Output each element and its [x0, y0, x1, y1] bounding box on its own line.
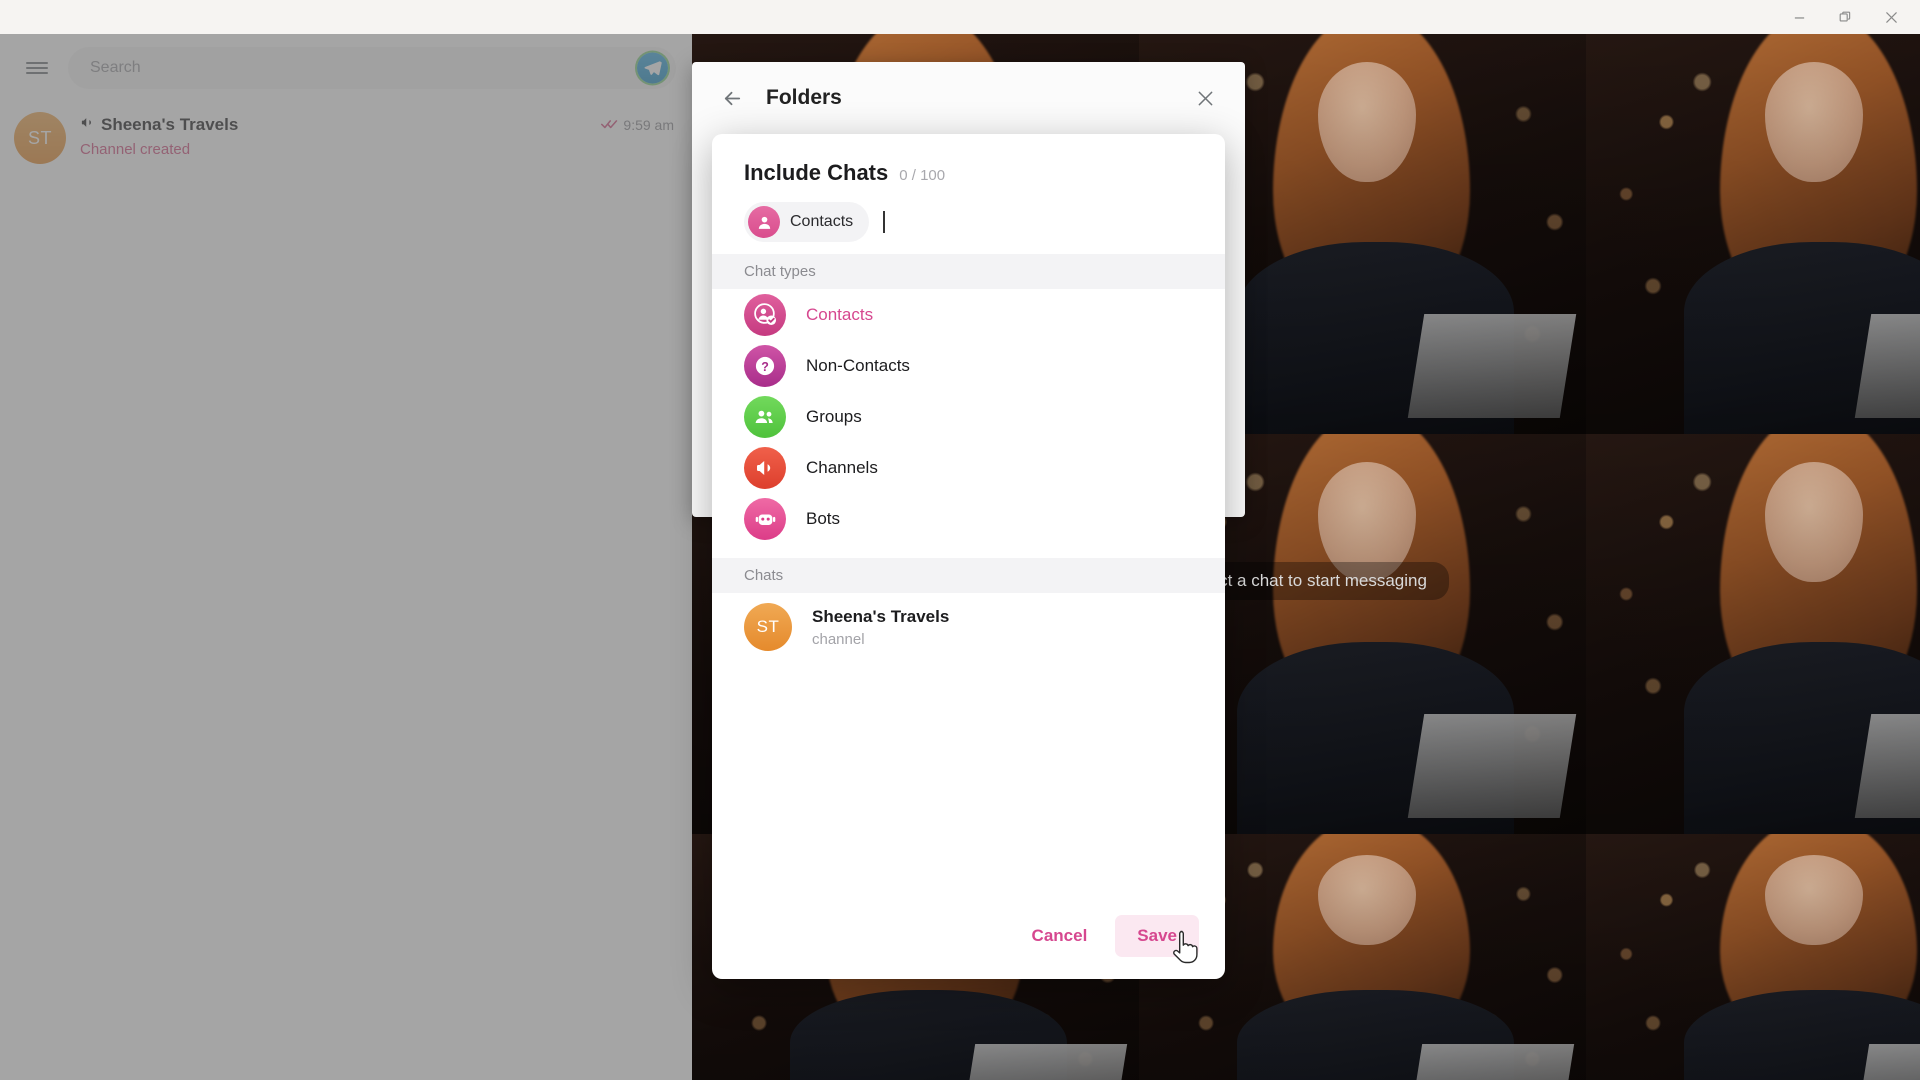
dialog-chat-item-body: Sheena's Travels channel — [812, 607, 949, 648]
option-non-contacts[interactable]: ? Non-Contacts — [712, 340, 1225, 391]
option-label: Channels — [806, 458, 878, 478]
option-label: Groups — [806, 407, 862, 427]
dialog-footer: Cancel Save — [712, 899, 1225, 979]
chip-label: Contacts — [790, 213, 853, 231]
cancel-button[interactable]: Cancel — [1010, 915, 1110, 957]
svg-text:?: ? — [761, 359, 769, 373]
include-chats-dialog: Include Chats 0 / 100 Contacts Chat type… — [712, 134, 1225, 979]
section-header-chats: Chats — [712, 558, 1225, 593]
contacts-check-icon — [744, 294, 786, 336]
robot-icon — [744, 498, 786, 540]
people-group-icon — [744, 396, 786, 438]
minimize-icon[interactable] — [1776, 0, 1822, 34]
close-icon[interactable] — [1868, 0, 1914, 34]
mouse-cursor — [1172, 928, 1202, 971]
dialog-title: Include Chats — [744, 160, 888, 186]
section-header-chat-types: Chat types — [712, 254, 1225, 289]
restore-icon[interactable] — [1822, 0, 1868, 34]
selected-chips-input[interactable]: Contacts — [712, 186, 1225, 254]
option-label: Contacts — [806, 305, 873, 325]
telegram-window: Select a chat to start messaging Search … — [0, 0, 1920, 1080]
page-title: Folders — [766, 86, 842, 110]
dialog-chat-item[interactable]: ST Sheena's Travels channel — [712, 593, 1225, 661]
close-icon[interactable] — [1183, 76, 1227, 120]
option-contacts[interactable]: Contacts — [712, 289, 1225, 340]
option-bots[interactable]: Bots — [712, 493, 1225, 544]
folders-panel-header: Folders — [692, 62, 1245, 134]
option-channels[interactable]: Channels — [712, 442, 1225, 493]
chip-contacts[interactable]: Contacts — [744, 202, 869, 242]
text-cursor — [883, 211, 885, 233]
back-arrow-icon[interactable] — [710, 76, 754, 120]
question-mark-icon: ? — [744, 345, 786, 387]
window-titlebar — [0, 0, 1920, 34]
option-groups[interactable]: Groups — [712, 391, 1225, 442]
option-label: Bots — [806, 509, 840, 529]
chat-subtitle: channel — [812, 631, 949, 648]
dialog-header: Include Chats 0 / 100 — [712, 134, 1225, 186]
modal-overlay-dim[interactable] — [0, 34, 692, 1080]
dialog-title-row: Include Chats 0 / 100 — [744, 160, 1193, 186]
person-icon — [748, 206, 780, 238]
option-label: Non-Contacts — [806, 356, 910, 376]
avatar: ST — [744, 603, 792, 651]
selection-counter: 0 / 100 — [899, 167, 945, 184]
chat-title: Sheena's Travels — [812, 607, 949, 627]
dialog-body: Chat types Contacts — [712, 254, 1225, 899]
megaphone-icon — [744, 447, 786, 489]
